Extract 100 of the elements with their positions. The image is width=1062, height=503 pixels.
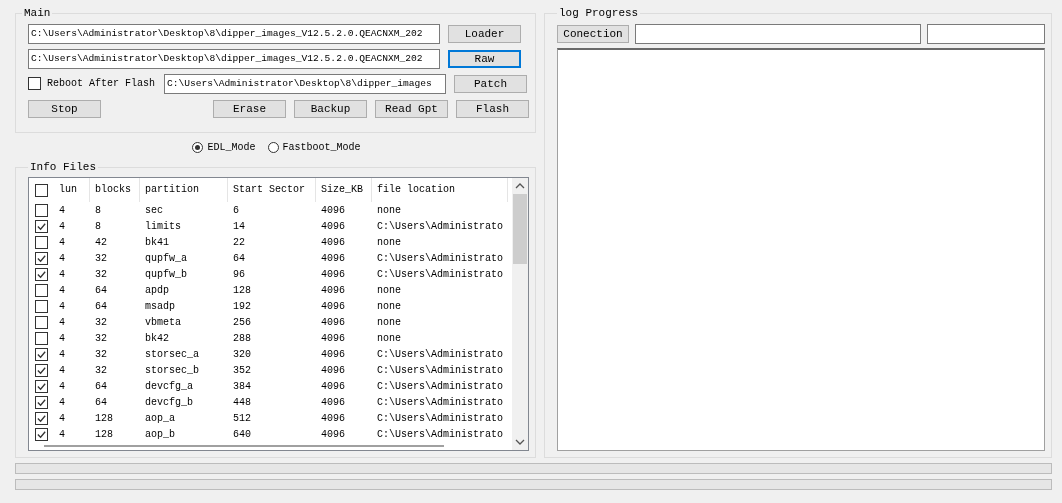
table-cell-text: 4096	[320, 284, 346, 296]
row-checkbox[interactable]	[35, 219, 48, 233]
table-cell-text: storsec_a	[144, 348, 200, 360]
table-cell-text: 22	[232, 236, 246, 248]
text-field[interactable]	[635, 23, 921, 44]
table-cell-text: 4	[58, 220, 66, 232]
loader-button[interactable]: Loader	[448, 24, 521, 43]
column-header[interactable]: file location	[372, 178, 508, 202]
table-cell-text: 4	[58, 380, 66, 392]
group-title: log Progress	[558, 7, 640, 19]
table-cell-text: none	[376, 300, 402, 312]
scroll-thumb[interactable]	[513, 194, 527, 264]
row-checkbox[interactable]	[35, 331, 48, 345]
row-checkbox[interactable]	[35, 203, 48, 217]
row-checkbox[interactable]	[35, 411, 48, 425]
table-cell-text: C:\Users\Administrato	[376, 396, 505, 408]
table-cell-text: C:\Users\Administrato	[376, 220, 505, 232]
row-checkbox[interactable]	[35, 267, 48, 281]
group-title: Info Files	[29, 161, 97, 173]
scroll-down-icon[interactable]	[515, 438, 525, 446]
table-cell-text: 4	[58, 252, 66, 264]
checkbox-label: Reboot After Flash	[47, 78, 156, 89]
row-checkbox[interactable]	[35, 427, 48, 441]
radio-button[interactable]	[267, 141, 279, 153]
column-header[interactable]: Size_KB	[316, 178, 372, 202]
table-cell-text: 4096	[320, 268, 346, 280]
table-cell-text: 4096	[320, 252, 346, 264]
table-cell-text: 32	[94, 252, 108, 264]
table-cell-text: devcfg_b	[144, 396, 194, 408]
group-title: Main	[23, 7, 52, 19]
radio-button[interactable]	[192, 141, 204, 153]
scroll-thumb[interactable]	[44, 445, 444, 447]
action-button[interactable]: Read Gpt	[375, 99, 448, 118]
row-checkbox[interactable]	[35, 395, 48, 409]
table-cell-text: 4	[58, 284, 66, 296]
action-button[interactable]: Erase	[213, 99, 286, 118]
table-cell-text: 4	[58, 364, 66, 376]
path-field[interactable]: C:\Users\Administrator\Desktop\8\dipper_images_V12.5.2.0.QEACNXM_202	[28, 48, 440, 69]
table-cell-text: 4096	[320, 220, 346, 232]
table-cell-text: C:\Users\Administrato	[376, 348, 505, 360]
table-cell-text: 4096	[320, 300, 346, 312]
action-button[interactable]: Flash	[456, 99, 529, 118]
stop-button[interactable]: Stop	[28, 99, 101, 118]
table-cell-text: 64	[232, 252, 246, 264]
table-cell-text: 4	[58, 204, 66, 216]
path-field[interactable]: C:\Users\Administrator\Desktop\8\dipper_images	[164, 73, 447, 94]
row-checkbox[interactable]	[35, 363, 48, 377]
patch-button[interactable]: Patch	[454, 74, 528, 93]
row-checkbox[interactable]	[35, 347, 48, 361]
path-field[interactable]: C:\Users\Administrator\Desktop\8\dipper_images_V12.5.2.0.QEACNXM_202	[28, 23, 440, 44]
row-checkbox[interactable]	[35, 299, 48, 313]
radio-label: Fastboot_Mode	[282, 141, 361, 153]
table-cell-text: apdp	[144, 284, 170, 296]
row-checkbox[interactable]	[35, 235, 48, 249]
table-cell-text: 320	[232, 348, 252, 360]
table-cell-text: 384	[232, 380, 252, 392]
table-cell-text: 4096	[320, 364, 346, 376]
table-cell-text: 256	[232, 316, 252, 328]
table-cell-text: 640	[232, 428, 252, 440]
table-cell-text: aop_b	[144, 428, 176, 440]
table-cell-text: aop_a	[144, 412, 176, 424]
table-cell-text: 192	[232, 300, 252, 312]
table-cell-text: none	[376, 332, 402, 344]
table-cell-text: 64	[94, 300, 108, 312]
column-header[interactable]: blocks	[90, 178, 140, 202]
table-cell-text: 32	[94, 348, 108, 360]
row-checkbox[interactable]	[35, 315, 48, 329]
table-cell-text: 4096	[320, 396, 346, 408]
table-cell-text: 4	[58, 396, 66, 408]
column-header[interactable]: partition	[140, 178, 228, 202]
table-cell-text: vbmeta	[144, 316, 182, 328]
row-checkbox[interactable]	[35, 379, 48, 393]
checkbox[interactable]	[28, 77, 41, 90]
raw-button[interactable]: Raw	[448, 49, 521, 68]
table-cell-text: C:\Users\Administrato	[376, 252, 505, 264]
vertical-scrollbar[interactable]	[512, 178, 528, 450]
row-checkbox[interactable]	[35, 251, 48, 265]
row-checkbox[interactable]	[35, 283, 48, 297]
select-all-checkbox[interactable]	[35, 183, 48, 197]
column-header[interactable]: Start Sector	[228, 178, 316, 202]
table-cell-text: 4096	[320, 412, 346, 424]
table-cell-text: 4	[58, 300, 66, 312]
table-cell-text: 4096	[320, 204, 346, 216]
table-cell-text: 4096	[320, 428, 346, 440]
table-cell-text: 128	[94, 428, 114, 440]
table-cell-text: none	[376, 316, 402, 328]
table-cell-text: 128	[94, 412, 114, 424]
table-cell-text: 288	[232, 332, 252, 344]
table-cell-text: C:\Users\Administrato	[376, 268, 505, 280]
table-cell-text: none	[376, 204, 402, 216]
column-header[interactable]: lun	[54, 178, 90, 202]
table-cell-text: C:\Users\Administrato	[376, 412, 505, 424]
scroll-up-icon[interactable]	[515, 182, 525, 190]
action-button[interactable]: Backup	[294, 99, 367, 118]
table-cell-text: qupfw_b	[144, 268, 188, 280]
table-cell-text: none	[376, 284, 402, 296]
connection-button[interactable]: Conection	[557, 24, 629, 43]
text-field[interactable]	[927, 23, 1045, 44]
table-cell-text: 32	[94, 316, 108, 328]
table-cell-text: 64	[94, 284, 108, 296]
